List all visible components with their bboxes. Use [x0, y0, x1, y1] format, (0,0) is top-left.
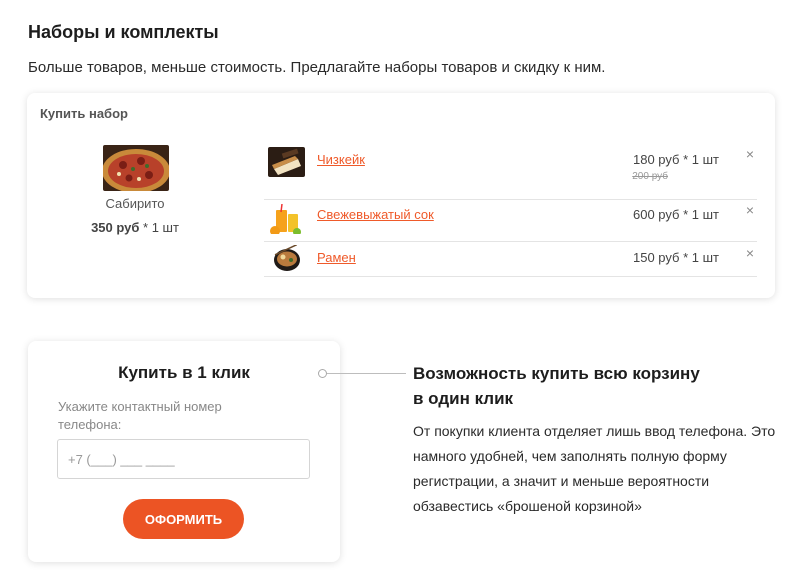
page-subtitle: Больше товаров, меньше стоимость. Предла… — [28, 59, 606, 76]
item-old-price: 200 руб — [632, 171, 668, 182]
main-item-name: Сабирито — [105, 196, 165, 211]
one-click-title: Купить в 1 клик — [118, 363, 250, 382]
list-item: Рамен 150 руб * 1 шт × — [264, 242, 757, 277]
one-click-card: Купить в 1 клик Укажите контактный номер… — [28, 341, 340, 562]
phone-label: Укажите контактный номер телефона: — [58, 399, 222, 432]
connector-line — [327, 373, 406, 374]
feature-description: От покупки клиента отделяет лишь ввод те… — [413, 423, 776, 514]
callout-connector — [318, 369, 406, 379]
juice-image — [268, 204, 305, 234]
feature-title: Возможность купить всю корзину в один кл… — [413, 364, 700, 408]
page-title: Наборы и комплекты — [28, 22, 219, 42]
list-item: Чизкейк 180 руб * 1 шт 200 руб × — [264, 142, 757, 200]
remove-icon[interactable]: × — [743, 147, 757, 161]
item-link-juice[interactable]: Свежевыжатый сок — [317, 207, 434, 222]
item-link-cheesecake[interactable]: Чизкейк — [317, 152, 365, 167]
list-item: Свежевыжатый сок 600 руб * 1 шт × — [264, 200, 757, 242]
remove-icon[interactable]: × — [743, 246, 757, 260]
pizza-image — [103, 145, 169, 191]
item-price: 150 руб * 1 шт — [633, 250, 719, 265]
remove-icon[interactable]: × — [743, 203, 757, 217]
set-card-title: Купить набор — [40, 106, 128, 121]
item-price: 180 руб * 1 шт — [633, 152, 719, 167]
ramen-image — [268, 245, 305, 275]
connector-dot — [318, 369, 327, 378]
set-card: Купить набор Сабирито 350 руб * 1 шт Чиз… — [27, 93, 775, 298]
main-item-price: 350 руб * 1 шт — [91, 220, 179, 235]
item-price: 600 руб * 1 шт — [633, 207, 719, 222]
cheesecake-image — [268, 147, 305, 177]
phone-input[interactable] — [57, 439, 310, 479]
set-items-list: Чизкейк 180 руб * 1 шт 200 руб × Свежевы… — [264, 142, 757, 277]
item-link-ramen[interactable]: Рамен — [317, 250, 356, 265]
checkout-button[interactable]: ОФОРМИТЬ — [123, 499, 244, 539]
